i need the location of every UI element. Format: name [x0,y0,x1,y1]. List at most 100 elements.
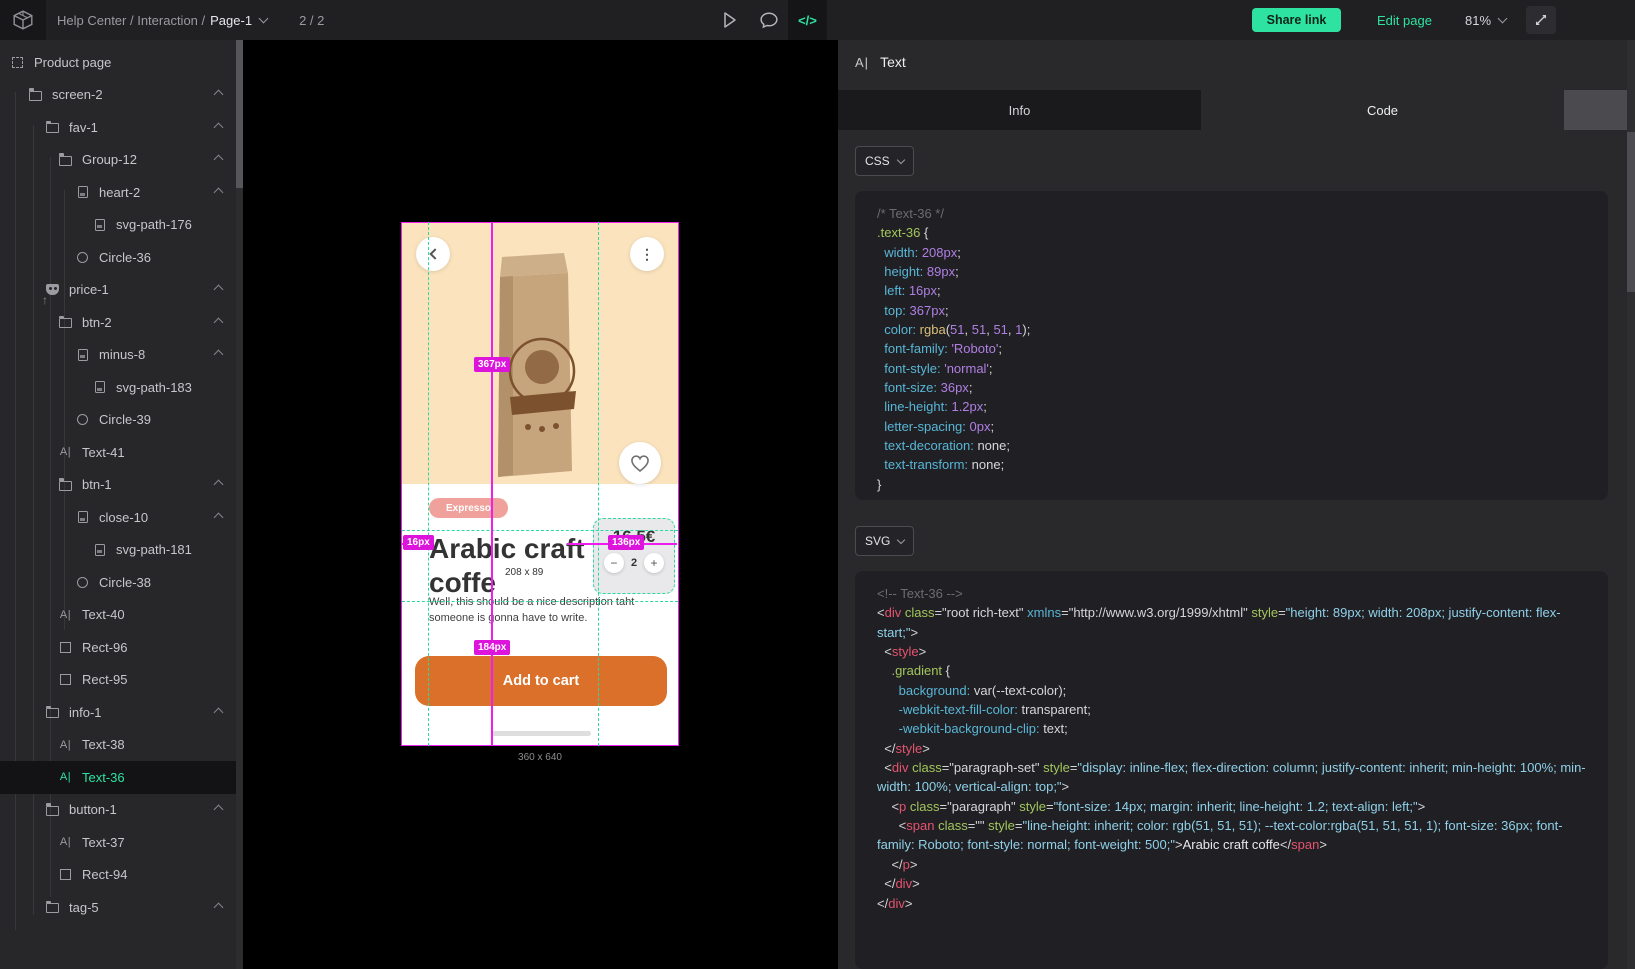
favorite-button[interactable] [619,442,661,484]
layer-row-info-1[interactable]: info-1 [0,696,236,729]
top-bar: Help Center / Interaction / Page-1 2 / 2… [0,0,1635,40]
layer-row-Text-37[interactable]: A| Text-37 [0,826,236,859]
breadcrumb-current[interactable]: Page-1 [210,13,252,28]
folder-icon [45,901,60,913]
layer-row-Text-41[interactable]: A|Text-41 [0,436,236,469]
layer-row-Text-40[interactable]: A| Text-40 [0,599,236,632]
sidebar-scrollbar-thumb[interactable] [236,40,243,188]
app-logo[interactable] [0,0,46,40]
layer-row-tag-5[interactable]: tag-5 [0,891,236,924]
title-dimension-label: 208 x 89 [505,567,543,578]
breadcrumb-path[interactable]: Help Center / Interaction / [57,13,205,28]
quantity-stepper: − 2 + [594,553,674,573]
play-button[interactable] [719,0,741,40]
layer-row-Circle-38[interactable]: Circle-38 [0,566,236,599]
layer-row-svg-path-183[interactable]: svg-path-183 [0,371,236,404]
layer-row-price-1[interactable]: price-1 [0,274,236,307]
css-code-block[interactable]: /* Text-36 */.text-36 { width: 208px; he… [855,191,1608,500]
layer-row-btn-1[interactable]: btn-1 [0,469,236,502]
layer-row-btn-2[interactable]: ↑btn-2 [0,306,236,339]
minus-button[interactable]: − [604,553,624,573]
layer-label: Group-12 [82,152,137,167]
collapse-chevron-icon[interactable] [214,122,224,132]
text-icon: A| [58,446,73,458]
add-to-cart-label: Add to cart [503,673,580,689]
frame-size-label: 360 x 640 [401,752,679,763]
code-line: } [877,475,1586,494]
collapse-chevron-icon[interactable] [214,350,224,360]
panel-scrollbar-thumb[interactable] [1627,132,1635,292]
layer-row-Rect-96[interactable]: Rect-96 [0,631,236,664]
layer-row-screen-2[interactable]: screen-2 [0,79,236,112]
package-icon [12,9,34,31]
heart-icon [630,454,650,473]
layer-label: close-10 [99,510,148,525]
page-indicator: 2 / 2 [299,13,324,28]
collapse-chevron-icon[interactable] [214,90,224,100]
category-tag[interactable]: Expresso [429,498,508,518]
layer-label: Text-37 [82,835,125,850]
layer-row-Group-12[interactable]: Group-12 [0,144,236,177]
code-line: <p class="paragraph" style="font-size: 1… [877,797,1586,816]
layer-row-fav-1[interactable]: fav-1 [0,111,236,144]
layer-row-button-1[interactable]: button-1 [0,794,236,827]
svg-format-select[interactable]: SVG [855,526,914,556]
layer-row-Circle-39[interactable]: Circle-39 [0,404,236,437]
tab-bar-corner [1564,90,1635,130]
layer-row-Text-36[interactable]: A|Text-36 [0,761,236,794]
tab-code[interactable]: Code [1201,90,1564,130]
category-tag-label: Expresso [446,503,491,514]
collapse-chevron-icon[interactable] [214,902,224,912]
folder-icon [45,121,60,133]
collapse-chevron-icon[interactable] [214,155,224,165]
share-link-button[interactable]: Share link [1252,8,1341,32]
layer-row-Rect-95[interactable]: Rect-95 [0,664,236,697]
back-button[interactable] [416,237,450,271]
layer-row-Text-38[interactable]: A|Text-38 [0,729,236,762]
text-icon: A| [58,609,73,621]
layer-row-close-10[interactable]: close-10 [0,501,236,534]
layer-label: Circle-38 [99,575,151,590]
measurement-left: 16px [403,535,434,550]
layer-row-Circle-36[interactable]: Circle-36 [0,241,236,274]
fullscreen-button[interactable] [1526,6,1556,34]
screen-frame[interactable]: ⋮ Expresso Arabic craft coffe 208 x 89 W… [401,222,679,746]
code-line: top: 367px; [877,301,1586,320]
collapse-chevron-icon[interactable] [214,512,224,522]
collapse-chevron-icon[interactable] [214,707,224,717]
tab-info[interactable]: Info [838,90,1201,130]
layer-label: heart-2 [99,185,140,200]
code-line: .gradient { [877,661,1586,680]
more-menu-button[interactable]: ⋮ [630,237,664,271]
plus-button[interactable]: + [644,553,664,573]
layer-row-svg-path-176[interactable]: svg-path-176 [0,209,236,242]
add-to-cart-button[interactable]: Add to cart [415,656,667,706]
product-description[interactable]: Well, this should be a nice description … [429,594,649,626]
code-line: font-style: 'normal'; [877,359,1586,378]
collapse-chevron-icon[interactable] [214,805,224,815]
edit-page-link[interactable]: Edit page [1377,13,1432,28]
folder-icon [45,804,60,816]
chevron-down-icon[interactable] [259,14,269,24]
text-icon: A| [58,836,73,848]
collapse-chevron-icon[interactable] [214,187,224,197]
code-line: </p> [877,855,1586,874]
layer-row-minus-8[interactable]: minus-8 [0,339,236,372]
layer-row-heart-2[interactable]: heart-2 [0,176,236,209]
css-format-select[interactable]: CSS [855,146,914,176]
zoom-control[interactable]: 81% [1465,0,1506,40]
svg-code-block[interactable]: <!-- Text-36 --><div class="root rich-te… [855,571,1608,969]
collapse-chevron-icon[interactable] [214,317,224,327]
measurement-top: 367px [474,357,510,372]
layer-row-svg-path-181[interactable]: svg-path-181 [0,534,236,567]
collapse-chevron-icon[interactable] [214,480,224,490]
code-view-button[interactable]: </> [788,0,827,40]
layer-tree: Product pagescreen-2fav-1 Group-12 heart-2… [0,46,236,924]
guide-vertical-right [598,222,599,746]
layer-row-Product page[interactable]: Product page [0,46,236,79]
comments-button[interactable] [757,0,781,40]
collapse-chevron-icon[interactable] [214,285,224,295]
layer-row-Rect-94[interactable]: Rect-94 [0,859,236,892]
code-line: letter-spacing: 0px; [877,417,1586,436]
layer-label: Text-40 [82,607,125,622]
